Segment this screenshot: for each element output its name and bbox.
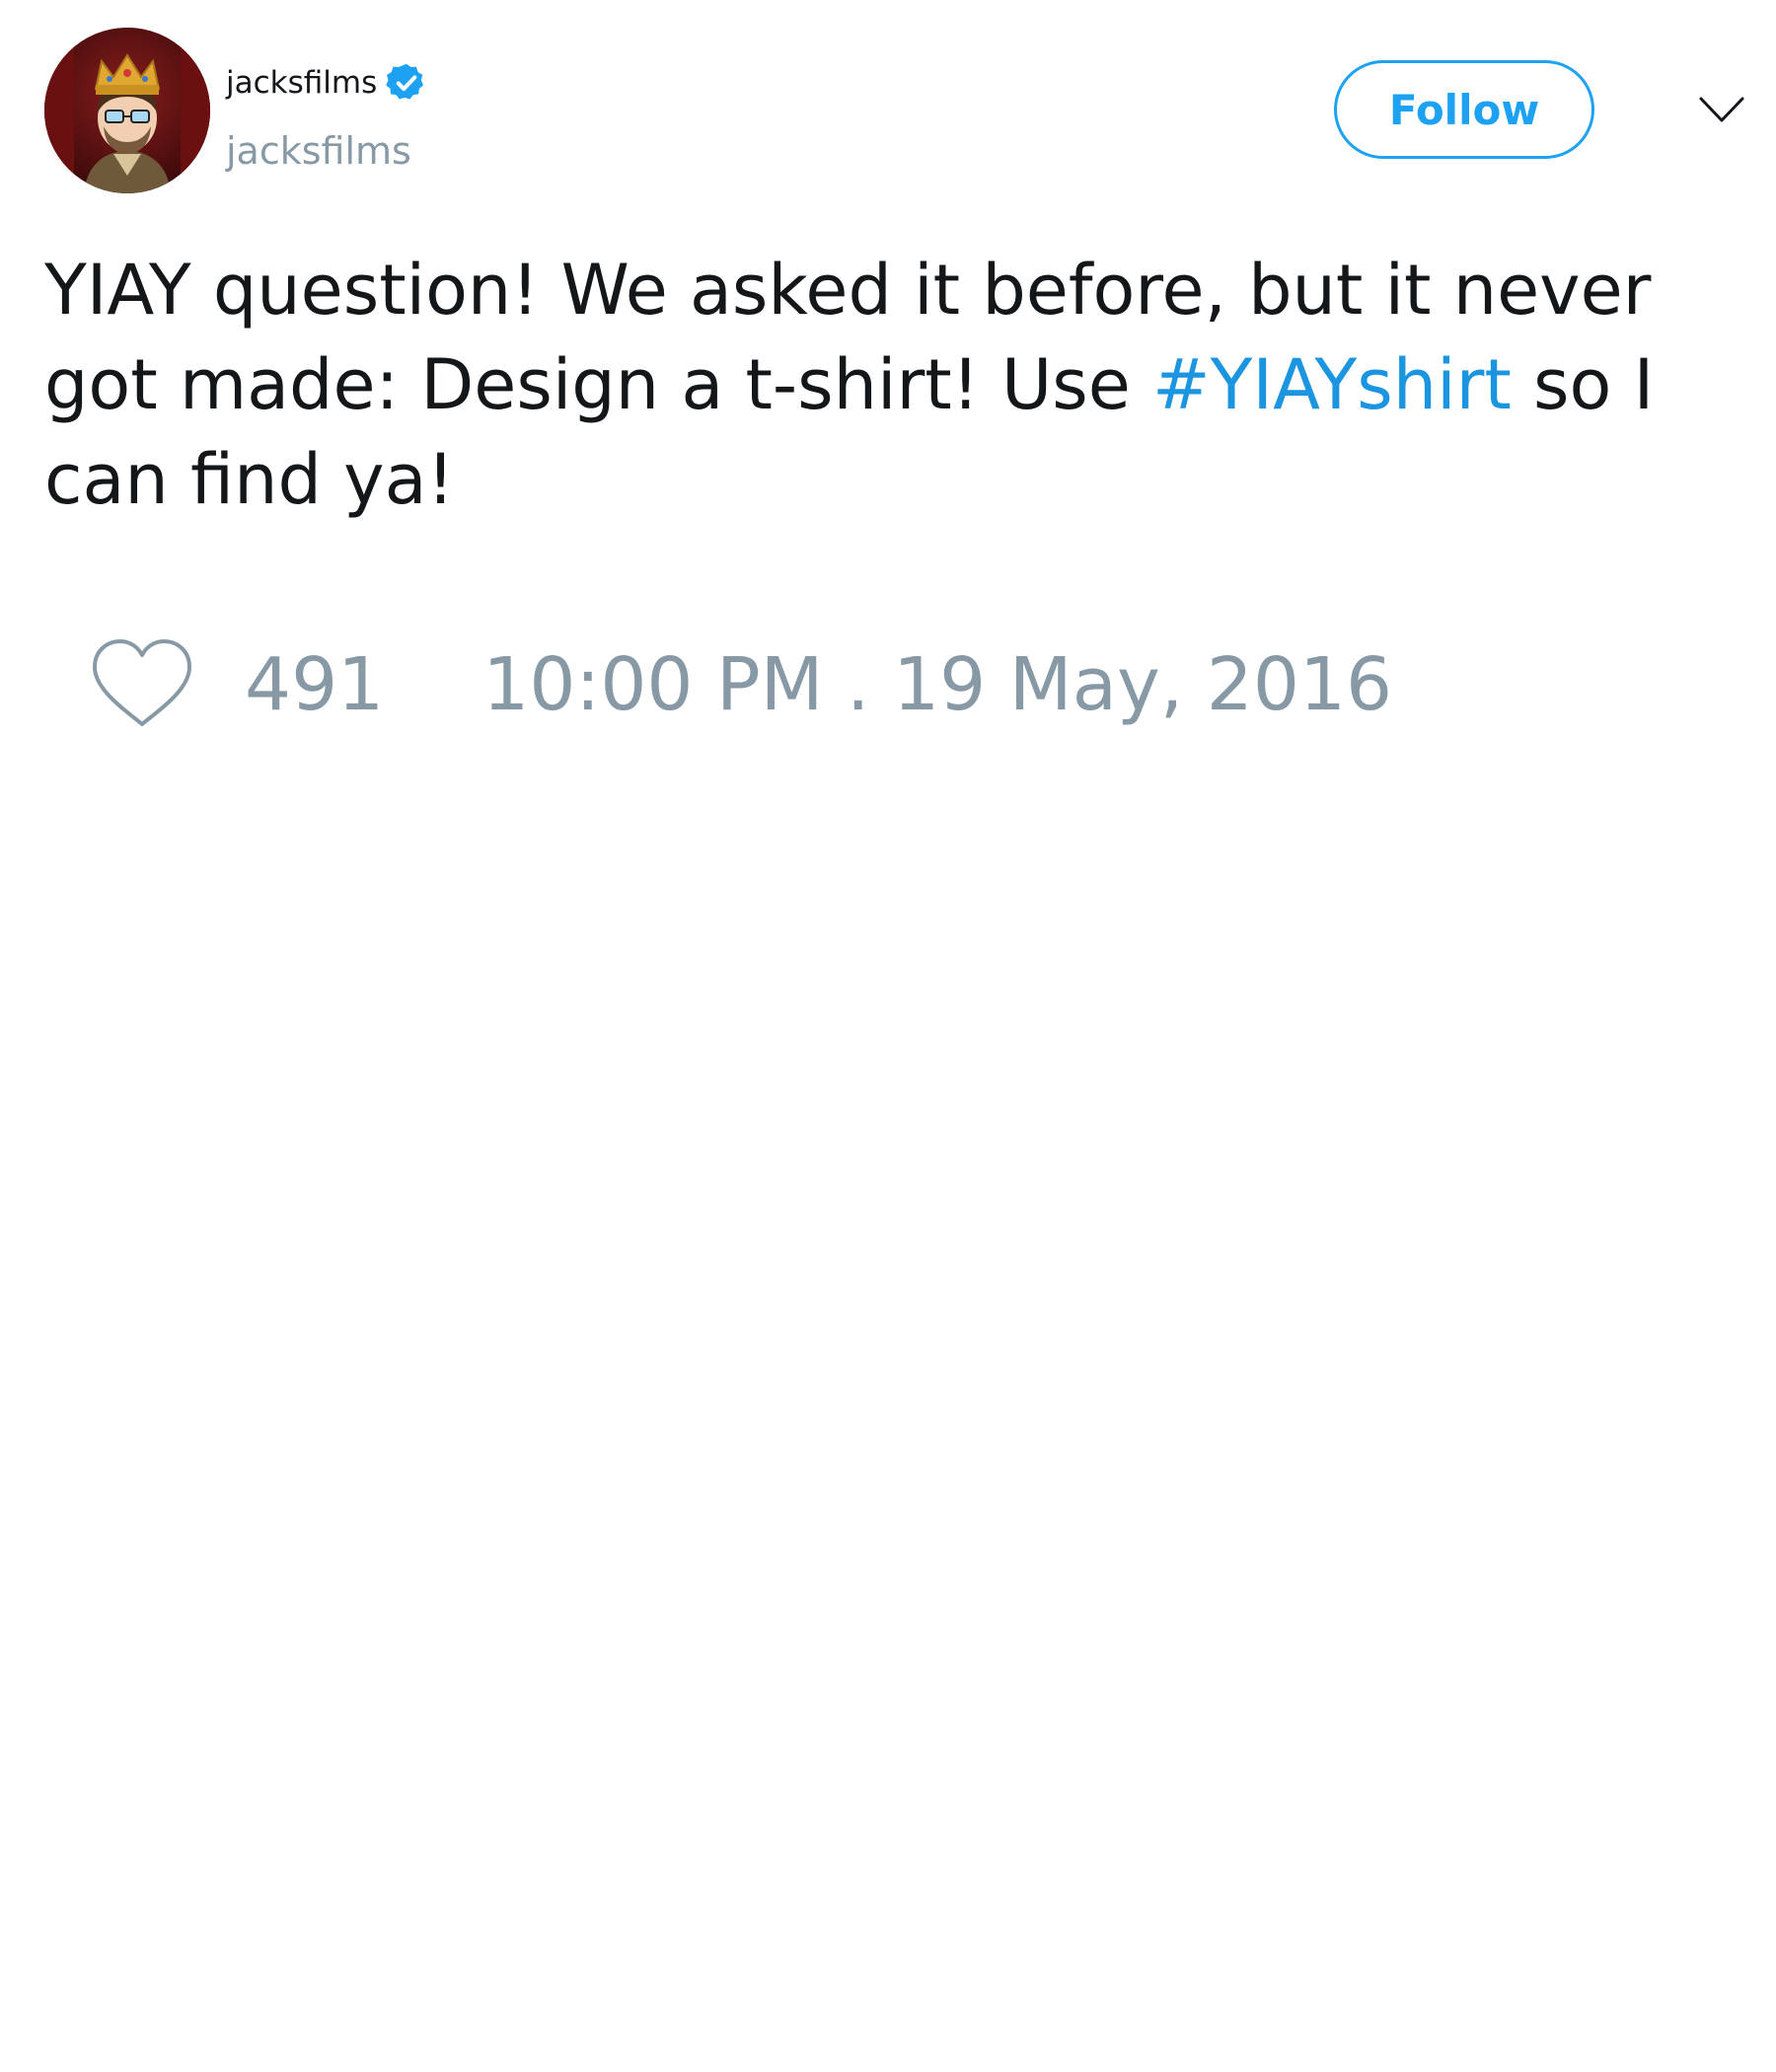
- author-handle[interactable]: jacksfilms: [226, 126, 411, 176]
- avatar[interactable]: [44, 28, 210, 193]
- author-display-name[interactable]: jacksfilms: [226, 61, 377, 105]
- follow-button[interactable]: Follow: [1334, 60, 1594, 159]
- tweet-timestamp[interactable]: 10:00 PM . 19 May, 2016: [482, 635, 1392, 734]
- heart-icon[interactable]: [89, 637, 195, 732]
- tweet-footer: 491 10:00 PM . 19 May, 2016: [89, 635, 1392, 734]
- chevron-down-icon[interactable]: [1697, 91, 1746, 130]
- like-count: 491: [245, 642, 385, 727]
- author-name-row: jacksfilms: [226, 61, 428, 105]
- verified-badge-icon: [385, 61, 428, 105]
- tweet-text: YIAY question! We asked it before, but i…: [44, 243, 1722, 527]
- hashtag-link[interactable]: #YIAYshirt: [1152, 344, 1512, 425]
- tweet-card: jacksfilms jacksfilms Follow YIAY questi…: [0, 0, 1776, 2072]
- avatar-image: [44, 28, 210, 193]
